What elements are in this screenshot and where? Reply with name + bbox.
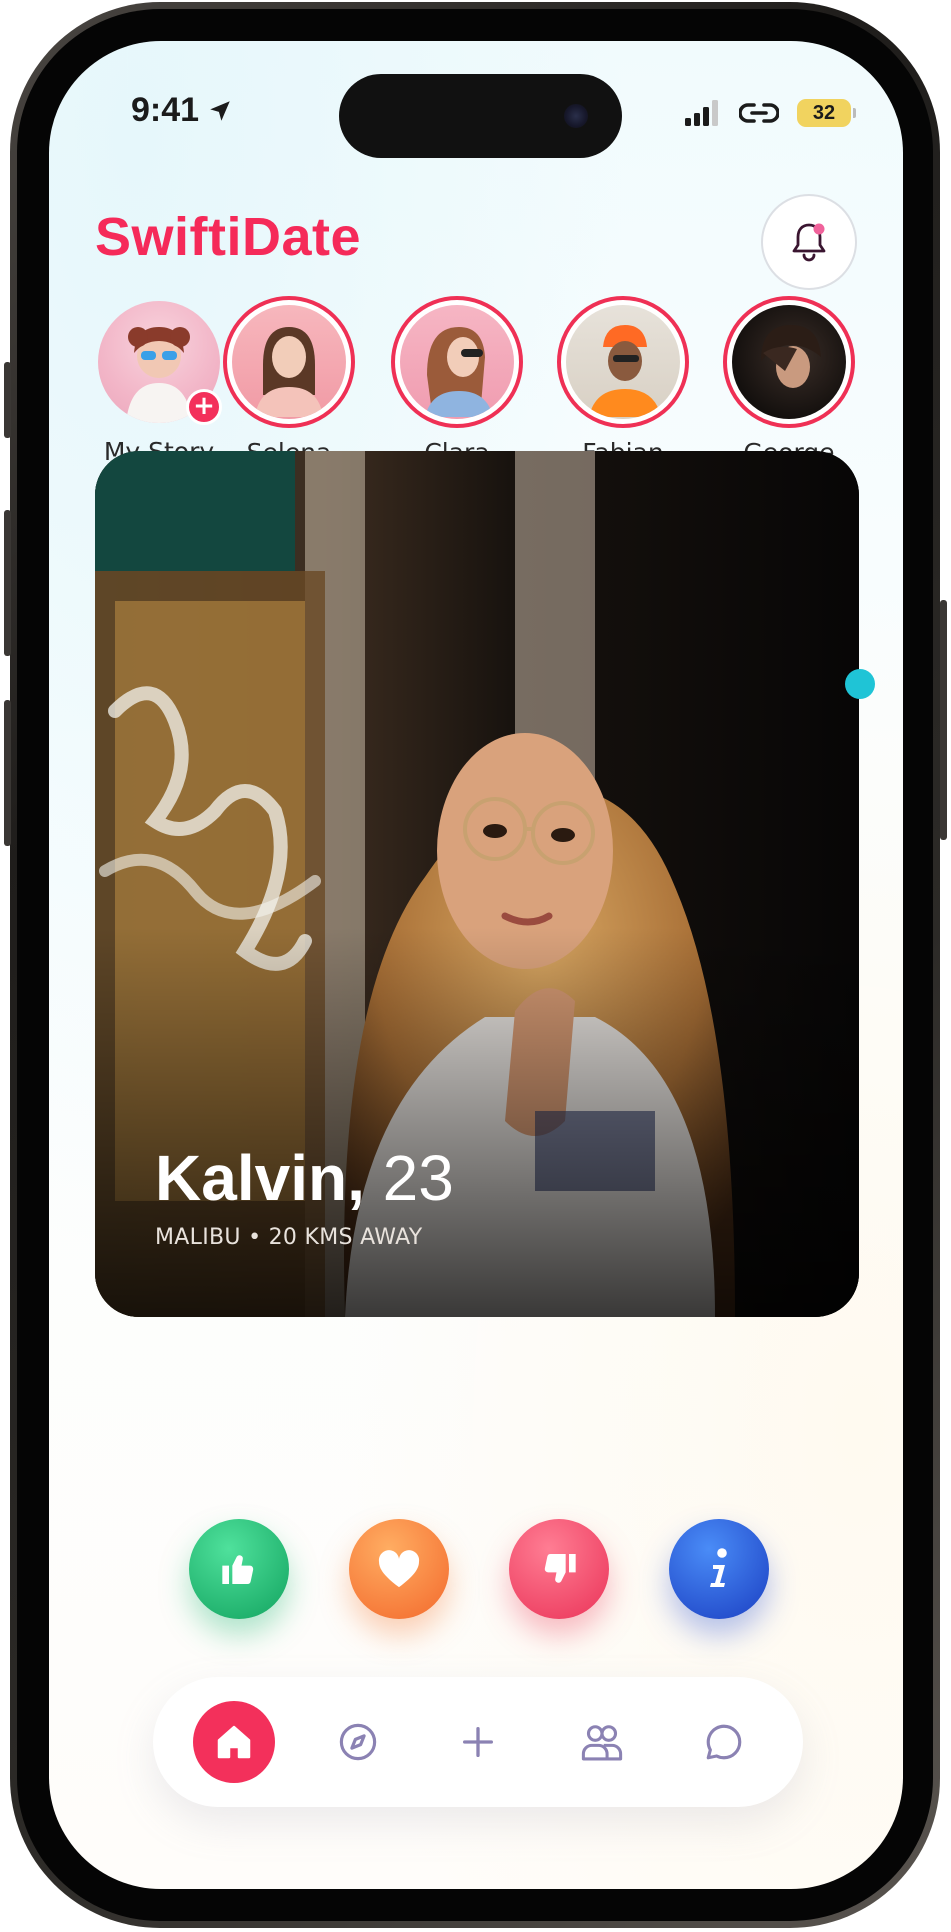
phone-bezel: 9:41 32 SwiftiDate + Kalvin, 23 MALIBU •… bbox=[17, 9, 933, 1921]
battery-indicator: 32 bbox=[797, 99, 856, 127]
thumbs-down-icon bbox=[544, 1553, 576, 1583]
avatar bbox=[732, 305, 846, 419]
nav-add[interactable] bbox=[437, 1701, 519, 1783]
nav-home[interactable] bbox=[193, 1701, 275, 1783]
camera-icon bbox=[564, 104, 588, 128]
story-george[interactable]: George bbox=[719, 296, 859, 467]
link-icon bbox=[739, 103, 779, 123]
bottom-nav bbox=[153, 1677, 803, 1807]
chat-icon bbox=[706, 1724, 742, 1760]
signal-icon bbox=[685, 100, 718, 126]
location-arrow-icon bbox=[210, 100, 230, 121]
bell-icon bbox=[792, 223, 826, 262]
avatar bbox=[232, 305, 346, 419]
story-avatar-ring bbox=[557, 296, 689, 428]
story-my-story[interactable]: + My Story bbox=[89, 296, 229, 466]
heart-icon bbox=[378, 1550, 420, 1588]
story-selena[interactable]: Selena bbox=[219, 296, 359, 467]
nav-matches[interactable] bbox=[561, 1701, 643, 1783]
story-avatar-ring bbox=[723, 296, 855, 428]
phone-volume-down-button bbox=[4, 700, 11, 846]
stories-row: + My Story Selena bbox=[89, 296, 855, 467]
phone-power-button bbox=[940, 600, 947, 840]
status-time: 9:41 bbox=[131, 91, 233, 130]
users-icon bbox=[581, 1725, 623, 1761]
story-avatar-ring bbox=[223, 296, 355, 428]
notifications-button[interactable] bbox=[761, 194, 857, 290]
profile-name: Kalvin, bbox=[155, 1142, 365, 1214]
app-screen: 9:41 32 SwiftiDate + Kalvin, 23 MALIBU •… bbox=[49, 41, 903, 1889]
avatar bbox=[566, 305, 680, 419]
phone-side-button bbox=[4, 362, 11, 438]
plus-icon bbox=[463, 1727, 493, 1757]
phone-frame: 9:41 32 SwiftiDate + Kalvin, 23 MALIBU •… bbox=[10, 2, 940, 1928]
status-time-text: 9:41 bbox=[131, 91, 200, 129]
phone-volume-up-button bbox=[4, 510, 11, 656]
profile-card[interactable]: Kalvin, 23 MALIBU • 20 KMS AWAY bbox=[95, 451, 859, 1317]
add-story-icon[interactable]: + bbox=[186, 389, 222, 425]
profile-age: 23 bbox=[382, 1142, 454, 1214]
love-button[interactable] bbox=[349, 1519, 449, 1619]
status-indicators: 32 bbox=[685, 99, 856, 127]
story-fabian[interactable]: Fabian bbox=[553, 296, 693, 467]
info-icon bbox=[710, 1548, 727, 1587]
story-clara[interactable]: Clara bbox=[387, 296, 527, 467]
profile-location: MALIBU • 20 KMS AWAY bbox=[155, 1225, 423, 1250]
dislike-button[interactable] bbox=[509, 1519, 609, 1619]
nav-chat[interactable] bbox=[683, 1701, 765, 1783]
battery-level: 32 bbox=[812, 101, 836, 124]
story-avatar-ring bbox=[391, 296, 523, 428]
profile-name-age: Kalvin, 23 bbox=[155, 1141, 454, 1215]
swipe-actions bbox=[189, 1519, 769, 1619]
thumbs-up-icon bbox=[222, 1555, 254, 1585]
story-avatar-ring: + bbox=[98, 301, 222, 425]
compass-icon bbox=[339, 1723, 377, 1761]
like-button[interactable] bbox=[189, 1519, 289, 1619]
home-icon bbox=[217, 1725, 251, 1759]
dynamic-island bbox=[339, 74, 622, 158]
app-brand-title: SwiftiDate bbox=[95, 207, 362, 267]
info-button[interactable] bbox=[669, 1519, 769, 1619]
nav-discover[interactable] bbox=[317, 1701, 399, 1783]
avatar bbox=[400, 305, 514, 419]
card-indicator-dot bbox=[845, 669, 875, 699]
